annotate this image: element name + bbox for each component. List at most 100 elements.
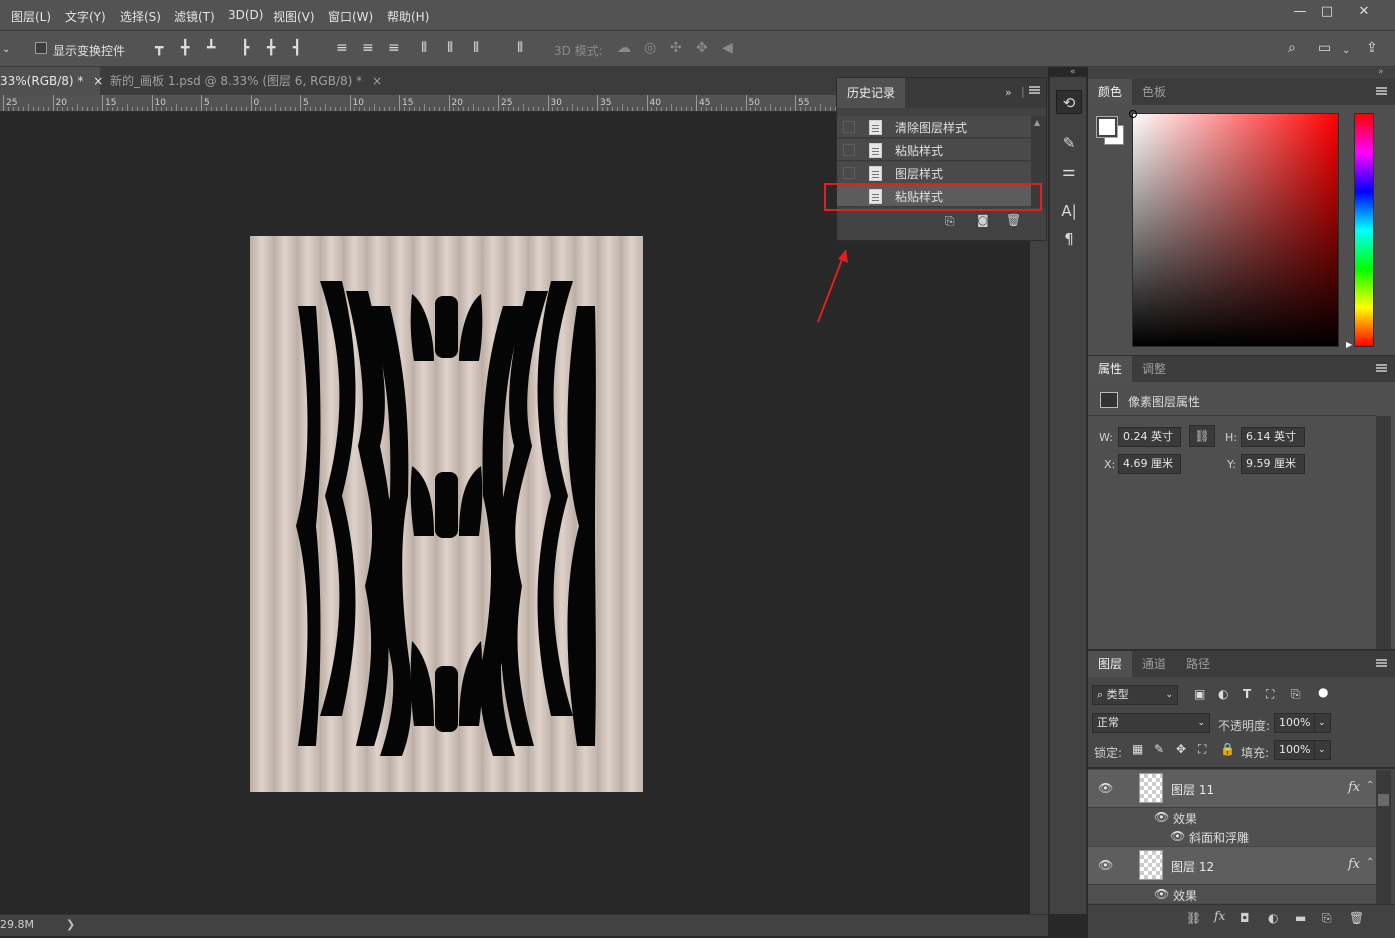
align-right-icon[interactable]: ┫: [293, 41, 301, 55]
menu-type[interactable]: 文字(Y): [65, 8, 106, 25]
visibility-eye-icon[interactable]: 👁: [1154, 810, 1169, 824]
link-layers-icon[interactable]: ⛓: [1186, 911, 1201, 925]
history-item[interactable]: 图层样式: [837, 162, 1031, 184]
brush-settings-icon[interactable]: ✎: [1056, 131, 1082, 155]
history-checkbox[interactable]: [843, 121, 855, 133]
fx-icon[interactable]: fx: [1348, 857, 1360, 872]
tab-properties[interactable]: 属性: [1088, 356, 1133, 382]
distribute-right-icon[interactable]: ⦀: [473, 41, 479, 55]
align-left-icon[interactable]: ┣: [241, 41, 249, 55]
visibility-eye-icon[interactable]: 👁: [1098, 858, 1113, 872]
hue-slider[interactable]: [1354, 113, 1374, 347]
lock-transparent-icon[interactable]: ▦: [1132, 742, 1143, 756]
tab-color[interactable]: 颜色: [1088, 79, 1133, 105]
character-icon[interactable]: A|: [1056, 199, 1082, 223]
layers-scrollbar[interactable]: [1376, 770, 1391, 904]
3d-slide-icon[interactable]: ✥: [696, 41, 708, 55]
tab-adjustments[interactable]: 调整: [1132, 356, 1176, 382]
filter-pixel-icon[interactable]: ▣: [1194, 687, 1205, 701]
lock-artboard-icon[interactable]: ⛶: [1198, 742, 1206, 757]
color-field[interactable]: [1129, 110, 1339, 347]
layer-row-11[interactable]: 👁 图层 11 fx ⌃: [1088, 770, 1376, 808]
camera-icon[interactable]: ◙: [977, 213, 989, 227]
distribute-hcenter-icon[interactable]: ⦀: [447, 41, 453, 55]
layer-name[interactable]: 图层 12: [1171, 858, 1214, 875]
filter-type-icon[interactable]: T: [1243, 687, 1251, 701]
new-group-folder-icon[interactable]: ▬: [1295, 911, 1306, 925]
share-icon[interactable]: ⇪: [1366, 41, 1378, 55]
history-item[interactable]: 粘贴样式: [837, 139, 1031, 161]
distribute-bottom-icon[interactable]: ≡: [388, 41, 400, 55]
filter-smart-object-icon[interactable]: ⎘: [1291, 687, 1301, 702]
hue-slider-handle-icon[interactable]: ▶: [1346, 340, 1352, 349]
fill-field[interactable]: 100%: [1274, 740, 1316, 760]
add-mask-icon[interactable]: ◘: [1240, 911, 1250, 925]
filter-adjustment-icon[interactable]: ◐: [1218, 687, 1228, 701]
distribute-top-icon[interactable]: ≡: [336, 41, 348, 55]
maximize-button[interactable]: □: [1316, 4, 1338, 22]
layer-name[interactable]: 图层 11: [1171, 781, 1214, 798]
fill-dropdown-icon[interactable]: ⌄: [1314, 740, 1331, 760]
collapse-strip-icon[interactable]: «: [1070, 67, 1076, 77]
status-menu-arrow-icon[interactable]: ❯: [66, 918, 75, 931]
tab-paths[interactable]: 路径: [1176, 651, 1220, 677]
x-field[interactable]: 4.69 厘米: [1118, 454, 1181, 474]
layers-scrollbar-thumb[interactable]: [1378, 794, 1389, 806]
show-transform-checkbox[interactable]: [35, 42, 47, 54]
scroll-up-icon[interactable]: ▲: [1034, 118, 1040, 127]
lock-all-icon[interactable]: 🔒: [1220, 742, 1235, 756]
collapse-dock-icon[interactable]: »: [1378, 67, 1384, 77]
menu-view[interactable]: 视图(V): [273, 8, 315, 25]
properties-scrollbar[interactable]: [1376, 416, 1391, 650]
adjust-sliders-icon[interactable]: ⚌: [1056, 159, 1082, 183]
3d-orbit-icon[interactable]: ☁: [617, 41, 631, 55]
link-dimensions-icon[interactable]: ⛓: [1189, 425, 1215, 447]
tab-layers[interactable]: 图层: [1088, 651, 1133, 677]
add-style-fx-icon[interactable]: fx: [1214, 909, 1225, 923]
adjustment-layer-icon[interactable]: ◐: [1268, 911, 1278, 925]
3d-pan-icon[interactable]: ✣: [670, 41, 682, 55]
menu-layer[interactable]: 图层(L): [11, 8, 51, 25]
tool-preset-dropdown-icon[interactable]: ⌄: [2, 43, 10, 57]
history-menu-icon[interactable]: [1029, 86, 1040, 94]
distribute-left-icon[interactable]: ⦀: [421, 41, 427, 55]
align-hcenter-icon[interactable]: ╋: [267, 41, 275, 55]
history-panel-icon[interactable]: ⟲: [1056, 90, 1082, 114]
lock-image-icon[interactable]: ✎: [1154, 742, 1164, 756]
menu-filter[interactable]: 滤镜(T): [174, 8, 215, 25]
properties-menu-icon[interactable]: [1376, 364, 1387, 372]
menu-3d[interactable]: 3D(D): [228, 8, 263, 22]
new-layer-icon[interactable]: ⎘: [1322, 911, 1332, 926]
height-field[interactable]: 6.14 英寸: [1241, 427, 1305, 447]
foreground-color-swatch[interactable]: [1096, 116, 1118, 138]
layer-row-12[interactable]: 👁 图层 12 fx ⌃: [1088, 847, 1376, 885]
3d-scale-icon[interactable]: ◀: [722, 41, 733, 55]
effects-row[interactable]: 👁 效果: [1088, 885, 1376, 903]
3d-roll-icon[interactable]: ◎: [644, 41, 656, 55]
expand-effects-icon[interactable]: ⌃: [1366, 780, 1374, 791]
search-icon[interactable]: ⌕: [1288, 41, 1296, 55]
auto-align-icon[interactable]: ⦀: [517, 41, 523, 55]
workspace-icon[interactable]: ▭: [1318, 41, 1331, 55]
width-field[interactable]: 0.24 英寸: [1118, 427, 1181, 447]
expand-effects-icon[interactable]: ⌃: [1366, 857, 1374, 868]
menu-select[interactable]: 选择(S): [120, 8, 161, 25]
minimize-button[interactable]: —: [1289, 4, 1311, 22]
layer-filter-dropdown[interactable]: ⌕ 类型 ⌄: [1092, 685, 1178, 705]
color-picker-marker[interactable]: [1129, 110, 1137, 118]
opacity-dropdown-icon[interactable]: ⌄: [1314, 713, 1331, 733]
layers-menu-icon[interactable]: [1376, 659, 1387, 667]
visibility-eye-icon[interactable]: 👁: [1170, 829, 1185, 843]
effects-row[interactable]: 👁 效果: [1088, 808, 1376, 827]
tab-swatches[interactable]: 色板: [1132, 79, 1176, 105]
paragraph-icon[interactable]: ¶: [1056, 227, 1082, 251]
new-document-from-state-icon[interactable]: ⎘: [945, 214, 955, 229]
tab-document-1[interactable]: 33%(RGB/8) * ×: [0, 67, 103, 95]
visibility-eye-icon[interactable]: 👁: [1154, 887, 1169, 901]
fx-icon[interactable]: fx: [1348, 780, 1360, 795]
collapse-icon[interactable]: »: [1005, 86, 1012, 99]
tab-close-icon[interactable]: ×: [372, 74, 382, 88]
menu-help[interactable]: 帮助(H): [387, 8, 429, 25]
blend-mode-dropdown[interactable]: 正常 ⌄: [1092, 713, 1210, 733]
close-window-button[interactable]: ✕: [1353, 4, 1375, 22]
